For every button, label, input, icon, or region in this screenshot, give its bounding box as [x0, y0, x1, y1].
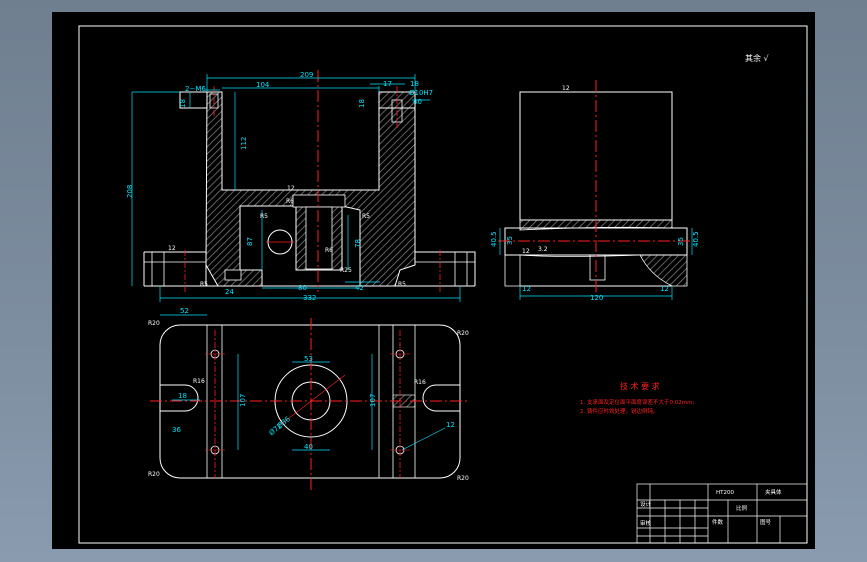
tb-qty: 件数: [712, 518, 724, 526]
top-dim-center-dia: 53: [304, 355, 313, 363]
rough-center: 12: [287, 185, 295, 192]
top-dim-right-h: 107: [369, 394, 377, 407]
side-rough-mid: 3.2: [538, 246, 548, 253]
dim-hole-fit: Ø10H7: [409, 89, 433, 97]
tb-part-name: 夹具体: [765, 488, 782, 496]
top-r-tr: R20: [457, 330, 469, 337]
notes-line-2: 2. 铸件应时效处理，锐边倒钝。: [580, 407, 659, 415]
r-small-right: R6: [325, 247, 333, 254]
dim-inner-height: 112: [240, 137, 248, 150]
r-bottom: R5: [200, 281, 208, 288]
top-dim-offset: 52: [180, 307, 189, 315]
dim-thread: 2−M6: [185, 85, 206, 93]
side-rough-left: 12: [522, 248, 530, 255]
side-dim-left-h1: 40.5: [490, 231, 498, 247]
r-small-left: R6: [286, 198, 294, 205]
dim-right-offset: 42: [355, 284, 364, 292]
side-dim-right-h1: 35: [677, 237, 685, 246]
side-dim-left-h2: 35: [506, 236, 514, 245]
drawing-canvas[interactable]: 其余 √ 209 104 2−M6 17 18 Ø10H7 40 18 18 2…: [52, 12, 815, 549]
side-dim-left-edge: 12: [522, 285, 531, 293]
side-view: 120 12 12 40.5 35 35 40.5 12 3.2 12: [490, 80, 700, 302]
tb-sheet: 图号: [760, 518, 772, 526]
top-slot-r-right: R16: [414, 379, 426, 386]
notes-line-1: 1. 支承面及定位面平面度误差不大于0.02mm;: [580, 398, 694, 406]
side-dim-width: 120: [590, 294, 603, 302]
dim-center-width: 80: [298, 284, 307, 292]
dim-bottom-left: 24: [225, 288, 234, 296]
rough-left: 12: [168, 245, 176, 252]
r-right: R5: [362, 213, 370, 220]
r-bottom-b: R5: [398, 281, 406, 288]
dim-height-total: 208: [126, 185, 134, 198]
dim-overall-width: 209: [300, 71, 313, 79]
top-dim-spacing: 40: [304, 443, 313, 451]
dim-right-small-b: 18: [358, 99, 366, 108]
dim-top-right-b: 18: [410, 80, 419, 88]
r-left: R5: [260, 213, 268, 220]
side-dim-right-h2: 40.5: [692, 231, 700, 247]
top-dim-left-h: 107: [239, 394, 247, 407]
top-view: 52 53 107 107 40 Ø36 Ø72 12 18 36 R20 R2…: [148, 307, 470, 490]
cad-viewport[interactable]: 其余 √ 209 104 2−M6 17 18 Ø10H7 40 18 18 2…: [0, 0, 867, 562]
dim-right-small: 40: [413, 98, 422, 106]
tb-material-label: HT200: [716, 490, 734, 496]
top-dim-slot-w: 18: [178, 392, 187, 400]
dim-slot-right: 78: [354, 239, 362, 248]
dim-inner-width: 104: [256, 81, 270, 89]
front-view: 209 104 2−M6 17 18 Ø10H7 40 18 18 208 11…: [126, 70, 476, 302]
top-slot-r-left: R16: [193, 378, 205, 385]
drawing-frame: [78, 25, 808, 544]
tb-checked: 审核: [640, 519, 652, 527]
top-dim-slot-d: 36: [172, 426, 181, 434]
dim-base-width: 332: [303, 294, 316, 302]
notes-title: 技 术 要 求: [620, 381, 660, 391]
r25: R25: [340, 267, 352, 274]
roughness-symbol-text: 其余 √: [745, 53, 770, 63]
technical-notes: 技 术 要 求 1. 支承面及定位面平面度误差不大于0.02mm; 2. 铸件应…: [580, 381, 694, 415]
top-r-tl: R20: [148, 320, 160, 327]
top-r-bl: R20: [148, 471, 160, 478]
dim-slot-left: 87: [246, 237, 254, 246]
tb-drawn: 设计: [640, 500, 652, 508]
top-r-br: R20: [457, 475, 469, 482]
side-dim-right-edge: 12: [660, 285, 669, 293]
top-dim-hole-label: 12: [446, 421, 455, 429]
drawing-svg: 其余 √ 209 104 2−M6 17 18 Ø10H7 40 18 18 2…: [78, 25, 808, 544]
dim-left-small: 18: [179, 99, 187, 108]
dim-top-right-a: 17: [383, 80, 392, 88]
tb-scale: 比例: [736, 504, 748, 512]
side-rough-top: 12: [562, 85, 570, 92]
